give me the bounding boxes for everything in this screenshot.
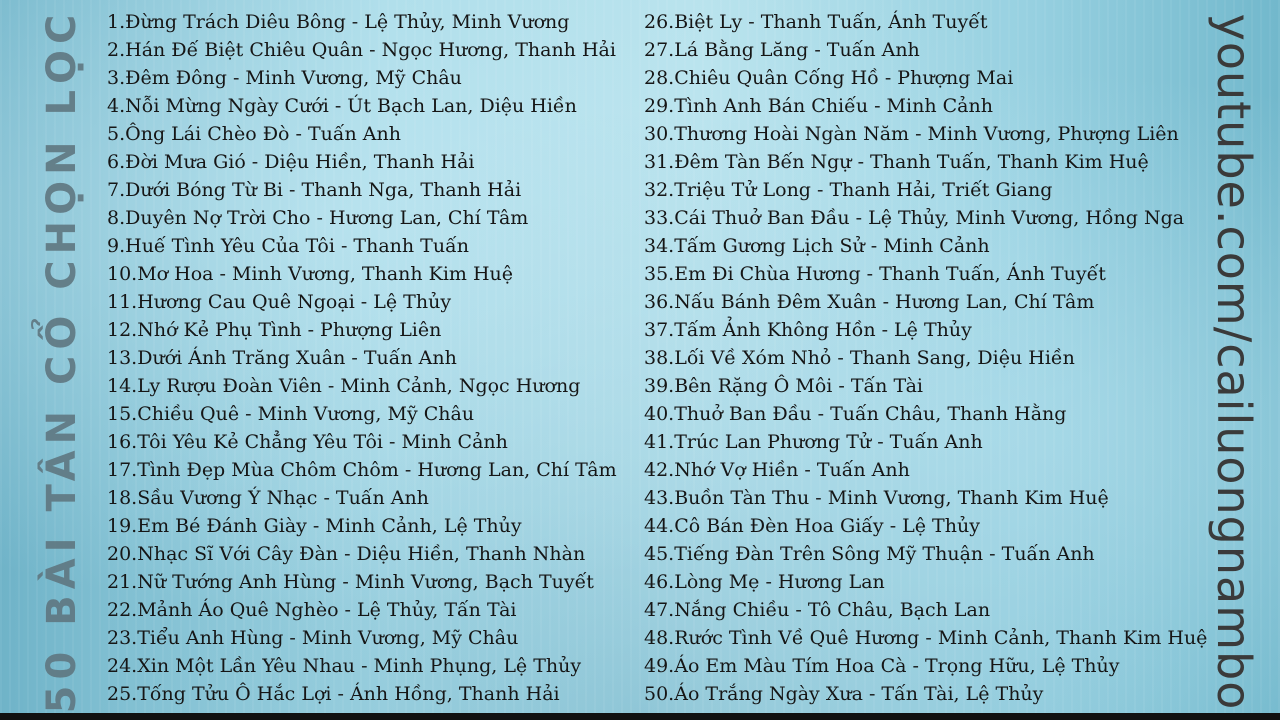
song-item: 48.Rước Tình Về Quê Hương - Minh Cảnh, T…	[644, 627, 1208, 649]
song-list-left: 1.Đừng Trách Diêu Bông - Lệ Thủy, Minh V…	[107, 8, 617, 708]
song-item: 10.Mơ Hoa - Minh Vương, Thanh Kim Huệ	[107, 263, 514, 285]
song-item: 46.Lòng Mẹ - Hương Lan	[644, 571, 885, 593]
song-item: 8.Duyên Nợ Trời Cho - Hương Lan, Chí Tâm	[107, 207, 529, 229]
channel-url: youtube.com/cailuongnambo	[1207, 13, 1261, 711]
song-item: 42.Nhớ Vợ Hiền - Tuấn Anh	[644, 459, 910, 481]
song-item: 33.Cái Thuở Ban Đầu - Lệ Thủy, Minh Vươn…	[644, 207, 1185, 229]
song-item: 26.Biệt Ly - Thanh Tuấn, Ánh Tuyết	[644, 11, 988, 33]
song-item: 14.Ly Rượu Đoàn Viên - Minh Cảnh, Ngọc H…	[107, 375, 581, 397]
song-item: 36.Nấu Bánh Đêm Xuân - Hương Lan, Chí Tâ…	[644, 291, 1095, 313]
song-item: 30.Thương Hoài Ngàn Năm - Minh Vương, Ph…	[644, 123, 1179, 145]
bottom-bar	[0, 713, 1280, 720]
song-item: 22.Mảnh Áo Quê Nghèo - Lệ Thủy, Tấn Tài	[107, 599, 517, 621]
song-item: 5.Ông Lái Chèo Đò - Tuấn Anh	[107, 123, 401, 145]
song-item: 32.Triệu Tử Long - Thanh Hải, Triết Gian…	[644, 179, 1053, 201]
song-item: 15.Chiều Quê - Minh Vương, Mỹ Châu	[107, 403, 475, 425]
song-item: 11.Hương Cau Quê Ngoại - Lệ Thủy	[107, 291, 452, 313]
song-item: 43.Buồn Tàn Thu - Minh Vương, Thanh Kim …	[644, 487, 1109, 509]
song-item: 41.Trúc Lan Phương Tử - Tuấn Anh	[644, 431, 983, 453]
song-item: 13.Dưới Ánh Trăng Xuân - Tuấn Anh	[107, 347, 457, 369]
song-item: 37.Tấm Ảnh Không Hồn - Lệ Thủy	[644, 319, 972, 341]
song-item: 20.Nhạc Sĩ Với Cây Đàn - Diệu Hiền, Than…	[107, 543, 586, 565]
song-item: 19.Em Bé Đánh Giày - Minh Cảnh, Lệ Thủy	[107, 515, 522, 537]
song-item: 3.Đêm Đông - Minh Vương, Mỹ Châu	[107, 67, 462, 89]
song-item: 1.Đừng Trách Diêu Bông - Lệ Thủy, Minh V…	[107, 11, 570, 33]
song-item: 45.Tiếng Đàn Trên Sông Mỹ Thuận - Tuấn A…	[644, 543, 1095, 565]
song-item: 21.Nữ Tướng Anh Hùng - Minh Vương, Bạch …	[107, 571, 594, 593]
song-item: 47.Nắng Chiều - Tô Châu, Bạch Lan	[644, 599, 991, 621]
song-item: 40.Thuở Ban Đầu - Tuấn Châu, Thanh Hằng	[644, 403, 1067, 425]
song-item: 4.Nỗi Mừng Ngày Cưới - Út Bạch Lan, Diệu…	[107, 95, 577, 117]
song-item: 23.Tiểu Anh Hùng - Minh Vương, Mỹ Châu	[107, 627, 519, 649]
song-item: 6.Đời Mưa Gió - Diệu Hiền, Thanh Hải	[107, 151, 475, 173]
song-item: 25.Tống Tửu Ô Hắc Lợi - Ánh Hồng, Thanh …	[107, 683, 560, 705]
song-item: 38.Lối Về Xóm Nhỏ - Thanh Sang, Diệu Hiề…	[644, 347, 1075, 369]
song-item: 29.Tình Anh Bán Chiếu - Minh Cảnh	[644, 95, 993, 117]
song-item: 16.Tôi Yêu Kẻ Chẳng Yêu Tôi - Minh Cảnh	[107, 431, 508, 453]
playlist-title: 50 BÀI TÂN CỔ CHỌN LỌC	[39, 8, 85, 714]
song-list-right: 26.Biệt Ly - Thanh Tuấn, Ánh Tuyết 27.Lá…	[644, 8, 1207, 708]
song-item: 49.Áo Em Màu Tím Hoa Cà - Trọng Hữu, Lệ …	[644, 655, 1120, 677]
song-item: 24.Xin Một Lần Yêu Nhau - Minh Phụng, Lệ…	[107, 655, 582, 677]
song-item: 44.Cô Bán Đèn Hoa Giấy - Lệ Thủy	[644, 515, 980, 537]
song-item: 39.Bên Rặng Ô Môi - Tấn Tài	[644, 375, 923, 397]
song-item: 31.Đêm Tàn Bến Ngự - Thanh Tuấn, Thanh K…	[644, 151, 1149, 173]
song-item: 2.Hán Đế Biệt Chiêu Quân - Ngọc Hương, T…	[107, 39, 616, 61]
song-item: 34.Tấm Gương Lịch Sử - Minh Cảnh	[644, 235, 990, 257]
song-item: 9.Huế Tình Yêu Của Tôi - Thanh Tuấn	[107, 235, 469, 257]
song-item: 35.Em Đi Chùa Hương - Thanh Tuấn, Ánh Tu…	[644, 263, 1106, 285]
song-item: 12.Nhớ Kẻ Phụ Tình - Phượng Liên	[107, 319, 442, 341]
song-item: 28.Chiêu Quân Cống Hồ - Phượng Mai	[644, 67, 1014, 89]
song-item: 17.Tình Đẹp Mùa Chôm Chôm - Hương Lan, C…	[107, 459, 617, 481]
song-item: 50.Áo Trắng Ngày Xưa - Tấn Tài, Lệ Thủy	[644, 683, 1044, 705]
song-item: 18.Sầu Vương Ý Nhạc - Tuấn Anh	[107, 487, 429, 509]
song-item: 7.Dưới Bóng Từ Bi - Thanh Nga, Thanh Hải	[107, 179, 522, 201]
song-item: 27.Lá Bằng Lăng - Tuấn Anh	[644, 39, 920, 61]
